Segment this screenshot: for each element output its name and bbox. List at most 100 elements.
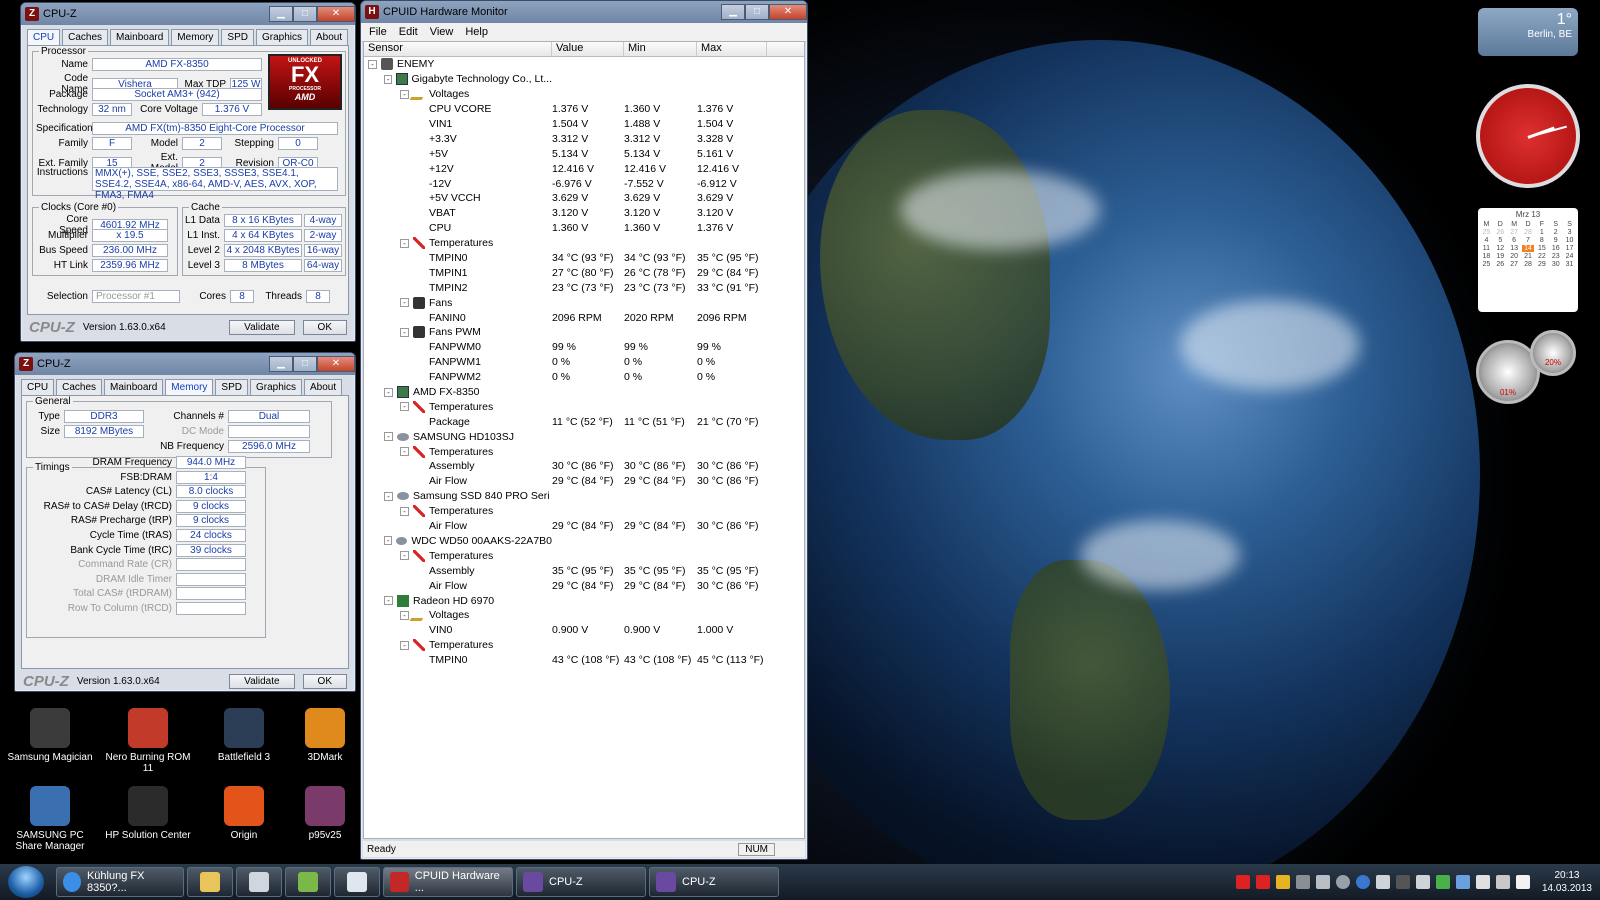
collapse-toggle[interactable]: -: [400, 610, 409, 620]
maximize-button[interactable]: □: [293, 6, 317, 22]
calendar-day[interactable]: 20: [1508, 253, 1521, 260]
desktop-shortcut[interactable]: Samsung Magician: [2, 708, 98, 763]
desktop-shortcut[interactable]: Nero Burning ROM 11: [100, 708, 196, 774]
desktop-shortcut[interactable]: Origin: [196, 786, 292, 841]
sensor-row[interactable]: Air Flow 29 °C (84 °F) 29 °C (84 °F) 30 °C …: [364, 474, 804, 489]
collapse-toggle[interactable]: -: [400, 89, 409, 99]
calendar-day[interactable]: 27: [1508, 229, 1521, 236]
calendar-day[interactable]: 16: [1549, 245, 1562, 252]
calendar-day[interactable]: 22: [1535, 253, 1548, 260]
tray-app-icon[interactable]: [1255, 875, 1270, 889]
minimize-button[interactable]: ▁: [269, 6, 293, 22]
calendar-day[interactable]: 1: [1535, 229, 1548, 236]
tab-caches[interactable]: Caches: [62, 29, 109, 45]
sensor-tree-view[interactable]: Sensor Value Min Max - ENEMY - Gigabyte Tec…: [363, 41, 805, 839]
sensor-row[interactable]: +5V 5.134 V 5.134 V 5.161 V: [364, 146, 804, 161]
taskbar-cpuz-2[interactable]: CPU-Z: [649, 867, 779, 897]
collapse-toggle[interactable]: -: [384, 536, 393, 546]
sensor-row[interactable]: VIN1 1.504 V 1.488 V 1.504 V: [364, 117, 804, 132]
sensor-row[interactable]: +12V 12.416 V 12.416 V 12.416 V: [364, 161, 804, 176]
calendar-day[interactable]: 25: [1480, 261, 1493, 268]
tab-cpu[interactable]: CPU: [27, 29, 61, 45]
sensor-row[interactable]: FANPWM1 0 % 0 % 0 %: [364, 355, 804, 370]
sensor-row[interactable]: - Temperatures: [364, 399, 804, 414]
desktop-shortcut[interactable]: SAMSUNG PC Share Manager: [2, 786, 98, 852]
tray-app-icon[interactable]: [1275, 875, 1290, 889]
tab-memory[interactable]: Memory: [171, 29, 220, 45]
sensor-row[interactable]: FANIN0 2096 RPM 2020 RPM 2096 RPM: [364, 310, 804, 325]
sensor-row[interactable]: - WDC WD50 00AAKS-22A7B0: [364, 534, 804, 549]
calendar-day[interactable]: 18: [1480, 253, 1493, 260]
sensor-row[interactable]: - Temperatures: [364, 548, 804, 563]
collapse-toggle[interactable]: -: [400, 327, 409, 337]
calendar-day[interactable]: 30: [1549, 261, 1562, 268]
tray-app-icon[interactable]: [1415, 875, 1430, 889]
sensor-row[interactable]: - Samsung SSD 840 PRO Seri: [364, 489, 804, 504]
sensor-row[interactable]: - Temperatures: [364, 504, 804, 519]
sensor-row[interactable]: VBAT 3.120 V 3.120 V 3.120 V: [364, 206, 804, 221]
calendar-day[interactable]: 9: [1549, 237, 1562, 244]
calendar-day[interactable]: 7: [1522, 237, 1535, 244]
calendar-day[interactable]: 14: [1521, 245, 1535, 252]
tab-cpu[interactable]: CPU: [21, 379, 55, 395]
sensor-row[interactable]: - Radeon HD 6970: [364, 593, 804, 608]
sensor-row[interactable]: Package 11 °C (52 °F) 11 °C (51 °F) 21 °C (…: [364, 414, 804, 429]
sensor-row[interactable]: CPU 1.360 V 1.360 V 1.376 V: [364, 221, 804, 236]
collapse-toggle[interactable]: -: [400, 238, 409, 248]
sensor-row[interactable]: +5V VCCH 3.629 V 3.629 V 3.629 V: [364, 191, 804, 206]
calendar-day[interactable]: 29: [1535, 261, 1548, 268]
tab-graphics[interactable]: Graphics: [255, 29, 308, 45]
network-icon[interactable]: [1455, 875, 1470, 889]
sensor-row[interactable]: FANPWM2 0 % 0 % 0 %: [364, 370, 804, 385]
tab-spd[interactable]: SPD: [215, 379, 248, 395]
menu-help[interactable]: Help: [465, 26, 488, 38]
validate-button[interactable]: Validate: [229, 320, 295, 335]
calendar-day[interactable]: 13: [1508, 245, 1521, 252]
tab-graphics[interactable]: Graphics: [249, 379, 302, 395]
column-value[interactable]: Value: [552, 42, 624, 56]
tray-app-icon[interactable]: [1435, 875, 1450, 889]
calendar-day[interactable]: 27: [1508, 261, 1521, 268]
minimize-button[interactable]: ▁: [721, 4, 745, 20]
cpu-meter-gadget[interactable]: 01% 20%: [1476, 330, 1580, 410]
calendar-day[interactable]: 8: [1535, 237, 1548, 244]
calendar-day[interactable]: 6: [1508, 237, 1521, 244]
tab-mainboard[interactable]: Mainboard: [110, 29, 170, 45]
tab-caches[interactable]: Caches: [56, 379, 103, 395]
sensor-row[interactable]: - AMD FX-8350: [364, 385, 804, 400]
processor-select[interactable]: Processor #1: [92, 290, 180, 303]
taskbar-mail[interactable]: [236, 867, 282, 897]
calendar-day[interactable]: 5: [1494, 237, 1507, 244]
desktop-shortcut[interactable]: HP Solution Center: [100, 786, 196, 841]
calendar-day[interactable]: 21: [1522, 253, 1535, 260]
tab-memory[interactable]: Memory: [165, 379, 214, 395]
menu-view[interactable]: View: [430, 26, 454, 38]
calendar-day[interactable]: 26: [1494, 229, 1507, 236]
collapse-toggle[interactable]: -: [400, 298, 409, 308]
sensor-row[interactable]: TMPIN0 34 °C (93 °F) 34 °C (93 °F) 35 °C (9…: [364, 251, 804, 266]
taskbar-notepad[interactable]: [334, 867, 380, 897]
column-sensor[interactable]: Sensor: [364, 42, 552, 56]
cpuz-cpu-window[interactable]: Z CPU-Z ▁ □ ✕ CPU Caches Mainboard Memor…: [20, 2, 356, 342]
ok-button[interactable]: OK: [302, 674, 347, 689]
sensor-row[interactable]: TMPIN0 43 °C (108 °F) 43 °C (108 °F) 45 °C …: [364, 653, 804, 668]
collapse-toggle[interactable]: -: [384, 491, 393, 501]
titlebar[interactable]: Z CPU-Z ▁ □ ✕: [21, 3, 355, 25]
sensor-row[interactable]: - Temperatures: [364, 236, 804, 251]
sensor-row[interactable]: - Voltages: [364, 87, 804, 102]
taskbar-clock[interactable]: 20:13 14.03.2013: [1542, 869, 1592, 895]
tab-mainboard[interactable]: Mainboard: [104, 379, 164, 395]
calendar-day[interactable]: 28: [1522, 229, 1535, 236]
taskbar-cpuz-1[interactable]: CPU-Z: [516, 867, 646, 897]
desktop-shortcut[interactable]: 3DMark: [290, 708, 360, 763]
taskbar-cpuz-pin[interactable]: [285, 867, 331, 897]
hwmonitor-window[interactable]: H CPUID Hardware Monitor ▁ □ ✕ File Edit…: [360, 0, 808, 860]
calendar-day[interactable]: 31: [1563, 261, 1576, 268]
column-max[interactable]: Max: [697, 42, 767, 56]
titlebar[interactable]: Z CPU-Z ▁ □ ✕: [15, 353, 355, 375]
sensor-row[interactable]: FANPWM0 99 % 99 % 99 %: [364, 340, 804, 355]
sensor-row[interactable]: TMPIN2 23 °C (73 °F) 23 °C (73 °F) 33 °C (9…: [364, 280, 804, 295]
calendar-day[interactable]: 17: [1563, 245, 1576, 252]
close-button[interactable]: ✕: [317, 356, 355, 372]
sensor-row[interactable]: - Fans: [364, 295, 804, 310]
